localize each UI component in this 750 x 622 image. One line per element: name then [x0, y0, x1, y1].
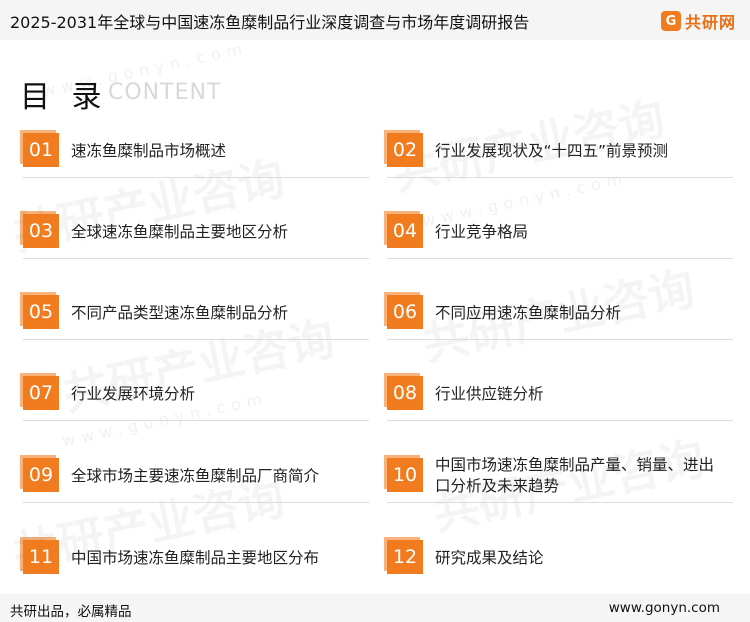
toc-item-label: 中国市场速冻鱼糜制品产量、销量、进出口分析及未来趋势: [435, 456, 715, 495]
divider: [387, 177, 733, 178]
footer-slogan: 共研出品，必属精品: [10, 604, 132, 620]
divider: [23, 258, 369, 259]
toc-item-number: 04: [384, 211, 423, 248]
toc-item[interactable]: 10 中国市场速冻鱼糜制品产量、销量、进出口分析及未来趋势: [384, 455, 733, 506]
toc-subheading: CONTENT: [108, 80, 222, 105]
toc-item-number: 03: [20, 211, 59, 248]
divider: [387, 420, 733, 421]
toc-item[interactable]: 03 全球速冻鱼糜制品主要地区分析: [20, 211, 369, 262]
toc-item-number: 12: [384, 537, 423, 574]
divider: [23, 339, 369, 340]
toc-item[interactable]: 05 不同产品类型速冻鱼糜制品分析: [20, 292, 369, 343]
toc-item[interactable]: 04 行业竞争格局: [384, 211, 733, 262]
toc-item-label: 全球速冻鱼糜制品主要地区分析: [71, 222, 289, 241]
toc-item-label: 行业发展环境分析: [71, 384, 196, 403]
toc-item[interactable]: 06 不同应用速冻鱼糜制品分析: [384, 292, 733, 343]
brand-name: 共研网: [684, 13, 736, 32]
toc-item-number: 11: [20, 537, 59, 574]
toc-item-label: 行业竞争格局: [435, 222, 529, 241]
report-title: 2025-2031年全球与中国速冻鱼糜制品行业深度调查与市场年度调研报告: [10, 13, 530, 32]
toc-item-label: 行业发展现状及“十四五”前景预测: [435, 141, 669, 160]
toc-item-number: 08: [384, 373, 423, 410]
toc-item-number: 02: [384, 130, 423, 167]
header-bar: 2025-2031年全球与中国速冻鱼糜制品行业深度调查与市场年度调研报告 G 共…: [0, 0, 750, 40]
divider: [387, 339, 733, 340]
toc-item-number: 01: [20, 130, 59, 167]
toc-item[interactable]: 08 行业供应链分析: [384, 373, 733, 424]
toc-item[interactable]: 01 速冻鱼糜制品市场概述: [20, 130, 369, 181]
divider: [23, 502, 369, 503]
toc-item[interactable]: 02 行业发展现状及“十四五”前景预测: [384, 130, 733, 181]
divider: [387, 502, 733, 503]
divider: [23, 420, 369, 421]
toc-item-label: 研究成果及结论: [435, 548, 544, 567]
toc-item-label: 中国市场速冻鱼糜制品主要地区分布: [71, 548, 320, 567]
divider: [23, 177, 369, 178]
brand-logo: G 共研网: [660, 9, 736, 33]
toc-item[interactable]: 11 中国市场速冻鱼糜制品主要地区分布: [20, 537, 369, 588]
toc-item-number: 07: [20, 373, 59, 410]
brand-logo-icon: G: [660, 11, 681, 31]
toc-item[interactable]: 12 研究成果及结论: [384, 537, 733, 588]
toc-heading: 目 录: [20, 80, 108, 115]
toc-item-number: 09: [20, 455, 59, 492]
toc-item-number: 06: [384, 292, 423, 329]
toc-item-label: 速冻鱼糜制品市场概述: [71, 141, 227, 160]
footer-website[interactable]: www.gonyn.com: [609, 600, 720, 616]
toc-item-number: 10: [384, 455, 423, 492]
toc-item-label: 不同应用速冻鱼糜制品分析: [435, 303, 622, 322]
toc-item-number: 05: [20, 292, 59, 329]
toc-item-label: 行业供应链分析: [435, 384, 544, 403]
footer-bar: 共研出品，必属精品 www.gonyn.com: [0, 594, 750, 622]
toc-item[interactable]: 07 行业发展环境分析: [20, 373, 369, 424]
toc-item[interactable]: 09 全球市场主要速冻鱼糜制品厂商简介: [20, 455, 369, 506]
toc-item-label: 不同产品类型速冻鱼糜制品分析: [71, 303, 289, 322]
toc-item-label: 全球市场主要速冻鱼糜制品厂商简介: [71, 466, 320, 485]
divider: [387, 258, 733, 259]
